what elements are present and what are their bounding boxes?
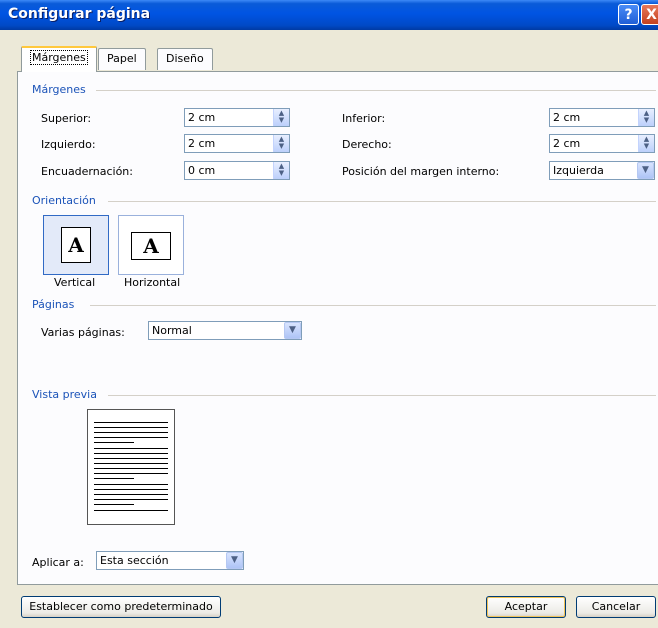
superior-input[interactable]: 2 cm ▲ ▼ [184,108,290,127]
landscape-page-icon: A [131,232,171,260]
cancel-button[interactable]: Cancelar [576,596,656,618]
izquierdo-value: 2 cm [188,137,216,150]
superior-spinner[interactable]: ▲ ▼ [273,109,289,126]
varias-paginas-select[interactable]: Normal ▼ [148,321,302,340]
preview-text-line [94,453,168,454]
preview-text-line [94,484,168,485]
orientation-section-title: Orientación [32,194,96,207]
chevron-down-icon[interactable]: ▼ [226,552,243,569]
preview-text-line [94,422,168,423]
page-preview [87,409,175,525]
posicion-select[interactable]: Izquierda ▼ [549,161,655,180]
preview-text-line [94,437,168,438]
horizontal-label[interactable]: Horizontal [124,276,180,289]
aplicar-a-label: Aplicar a: [32,556,84,569]
preview-text-line [94,489,168,490]
preview-text-line [94,510,168,511]
posicion-value: Izquierda [553,164,604,177]
posicion-label: Posición del margen interno: [342,165,500,178]
close-button[interactable]: X [641,4,658,25]
preview-section-title: Vista previa [32,388,97,401]
margins-section-title: Márgenes [32,83,86,96]
preview-text-line [94,442,134,443]
help-button[interactable]: ? [618,4,639,25]
vertical-label[interactable]: Vertical [54,276,95,289]
chevron-down-icon[interactable]: ▼ [637,162,654,179]
margins-divider [96,90,656,91]
tab-papel[interactable]: Papel [98,48,146,70]
preview-divider [108,395,656,396]
tab-diseno[interactable]: Diseño [157,48,213,70]
orientation-divider [108,201,656,202]
preview-text-line [94,499,168,500]
izquierdo-spinner[interactable]: ▲ ▼ [273,135,289,152]
window-title: Configurar página [8,6,151,22]
preview-text-line [94,473,168,474]
encuadernacion-spinner[interactable]: ▲ ▼ [273,162,289,179]
superior-label: Superior: [41,112,92,125]
orientation-horizontal-button[interactable]: A [118,215,184,275]
preview-text-line [94,468,168,469]
inferior-label: Inferior: [342,112,386,125]
margins-tab-panel: Márgenes Superior: 2 cm ▲ ▼ Inferior: 2 c… [17,71,658,585]
preview-text-line [94,448,168,449]
preview-text-line [94,427,168,428]
varias-paginas-value: Normal [152,324,192,337]
ok-button[interactable]: Aceptar [486,596,566,618]
izquierdo-input[interactable]: 2 cm ▲ ▼ [184,134,290,153]
set-as-default-button[interactable]: Establecer como predeterminado [21,596,221,618]
inferior-value: 2 cm [553,111,581,124]
page-setup-dialog: Configurar página ? X Márgenes Papel Dis… [0,0,658,628]
pages-divider [90,305,656,306]
varias-paginas-label: Varias páginas: [41,326,125,339]
portrait-page-icon: A [61,227,91,263]
preview-text-line [94,458,168,459]
orientation-vertical-button[interactable]: A [43,215,109,275]
derecho-value: 2 cm [553,137,581,150]
title-bar[interactable]: Configurar página ? X [0,0,658,30]
pages-section-title: Páginas [32,298,75,311]
derecho-spinner[interactable]: ▲ ▼ [638,135,654,152]
izquierdo-label: Izquierdo: [41,138,96,151]
inferior-input[interactable]: 2 cm ▲ ▼ [549,108,655,127]
preview-text-line [94,504,134,505]
superior-value: 2 cm [188,111,216,124]
aplicar-a-select[interactable]: Esta sección ▼ [96,551,244,570]
preview-text-line [94,478,134,479]
preview-text-line [94,432,168,433]
derecho-input[interactable]: 2 cm ▲ ▼ [549,134,655,153]
tab-margenes-label: Márgenes [30,50,88,65]
chevron-down-icon[interactable]: ▼ [284,322,301,339]
aplicar-a-value: Esta sección [100,554,169,567]
inferior-spinner[interactable]: ▲ ▼ [638,109,654,126]
tab-margenes[interactable]: Márgenes [21,46,97,72]
encuadernacion-label: Encuadernación: [41,165,133,178]
preview-text-line [94,463,168,464]
preview-text-line [94,494,168,495]
encuadernacion-value: 0 cm [188,164,216,177]
derecho-label: Derecho: [342,138,392,151]
encuadernacion-input[interactable]: 0 cm ▲ ▼ [184,161,290,180]
